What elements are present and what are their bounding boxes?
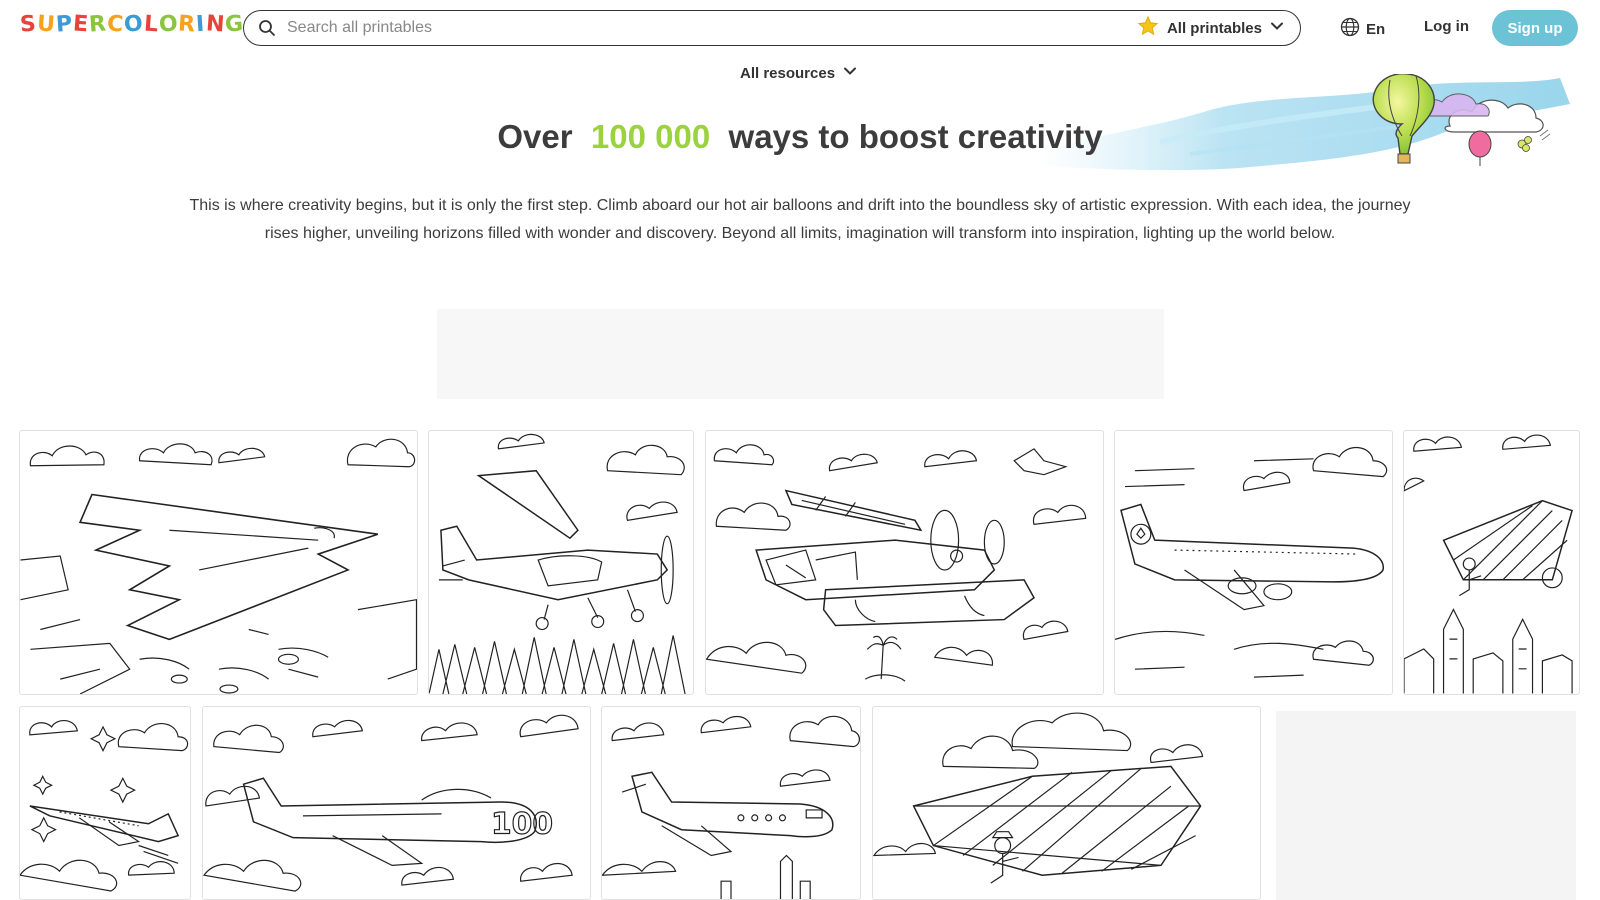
search-input[interactable] bbox=[287, 19, 1137, 37]
coloring-card-business-jet[interactable] bbox=[601, 706, 861, 900]
coloring-card-seaplane[interactable] bbox=[705, 430, 1104, 695]
jet-fighter-drawing: 100 bbox=[203, 714, 579, 892]
title-highlight: 100 000 bbox=[590, 118, 711, 155]
star-icon bbox=[1137, 15, 1159, 42]
title-suffix: ways to boost creativity bbox=[728, 118, 1103, 155]
globe-icon bbox=[1340, 17, 1360, 41]
coloring-card-jet-fighter[interactable]: 100 bbox=[202, 706, 591, 900]
coloring-card-flying-machine[interactable] bbox=[872, 706, 1261, 900]
page-title: Over 100 000 ways to boost creativity bbox=[0, 118, 1600, 156]
jumbo-jet-drawing bbox=[1115, 447, 1388, 678]
language-label: En bbox=[1366, 20, 1386, 38]
stealth-bomber-drawing bbox=[20, 438, 417, 694]
search-icon[interactable] bbox=[257, 18, 277, 38]
cessna-drawing bbox=[429, 433, 686, 694]
signup-button[interactable]: Sign up bbox=[1492, 10, 1578, 46]
logo-letter: R bbox=[88, 11, 108, 38]
logo-letter: O bbox=[123, 11, 145, 38]
title-prefix: Over bbox=[497, 118, 573, 155]
site-header: SUPERCOLORING All printables En Log in S… bbox=[0, 0, 1600, 56]
logo-letter: S bbox=[19, 11, 38, 38]
chevron-down-icon bbox=[1270, 19, 1284, 38]
logo-letter: C bbox=[105, 11, 125, 38]
coloring-card-concorde[interactable] bbox=[19, 706, 191, 900]
all-resources-label: All resources bbox=[740, 64, 836, 82]
concorde-drawing bbox=[20, 720, 189, 892]
login-link[interactable]: Log in bbox=[1424, 18, 1469, 35]
coloring-card-ornithopter[interactable] bbox=[1403, 430, 1580, 695]
search-bar: All printables bbox=[243, 10, 1301, 46]
logo-letter: L bbox=[142, 11, 160, 38]
language-selector[interactable]: En bbox=[1340, 17, 1385, 41]
svg-text:100: 100 bbox=[491, 807, 553, 842]
site-logo[interactable]: SUPERCOLORING bbox=[19, 11, 245, 42]
logo-letter: P bbox=[54, 11, 74, 38]
search-scope-dropdown[interactable]: All printables bbox=[1137, 15, 1284, 42]
ad-tile bbox=[1276, 711, 1576, 900]
coloring-card-cessna[interactable] bbox=[428, 430, 694, 695]
flying-machine-drawing bbox=[873, 712, 1204, 884]
logo-letter: O bbox=[157, 11, 180, 38]
logo-letter: R bbox=[177, 11, 198, 38]
search-scope-label: All printables bbox=[1166, 19, 1262, 37]
seaplane-drawing bbox=[706, 444, 1087, 682]
chevron-down-icon bbox=[843, 64, 857, 82]
hero-description: This is where creativity begins, but it … bbox=[189, 197, 1411, 242]
logo-letter: E bbox=[72, 11, 90, 38]
coloring-card-stealth-bomber[interactable] bbox=[19, 430, 418, 695]
logo-letter: G bbox=[224, 11, 245, 38]
all-resources-dropdown[interactable]: All resources bbox=[740, 64, 857, 82]
coloring-card-jumbo-jet[interactable] bbox=[1114, 430, 1393, 695]
logo-letter: U bbox=[36, 11, 57, 38]
logo-letter: N bbox=[204, 11, 226, 38]
ad-banner bbox=[437, 309, 1164, 399]
business-jet-drawing bbox=[602, 715, 860, 899]
ornithopter-drawing bbox=[1404, 434, 1573, 694]
